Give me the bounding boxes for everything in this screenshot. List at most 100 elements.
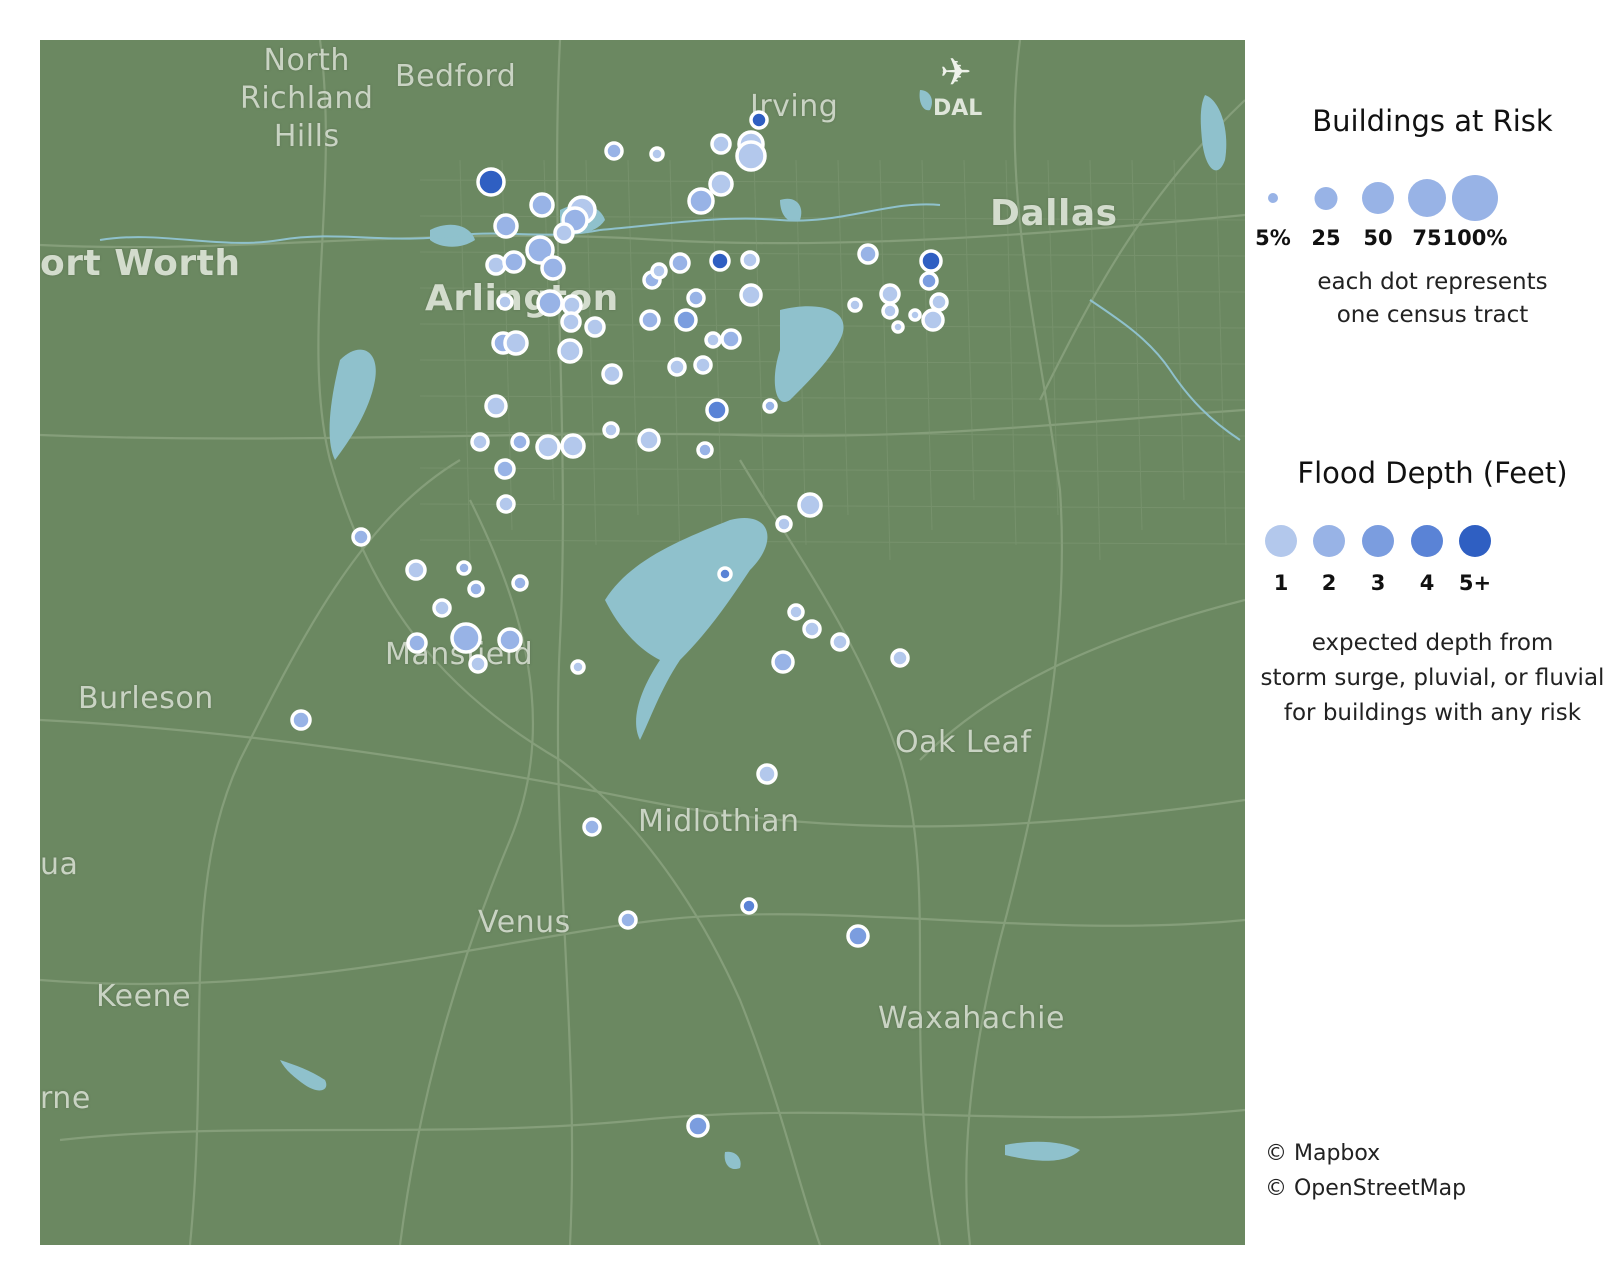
census-tract-dot[interactable] <box>496 293 514 311</box>
census-tract-dot[interactable] <box>720 328 742 350</box>
census-tract-dot[interactable] <box>468 654 488 674</box>
census-tract-dot[interactable] <box>553 222 575 244</box>
census-tract-dot[interactable] <box>485 254 507 276</box>
census-tract-dot[interactable] <box>540 255 566 281</box>
census-tract-dot[interactable] <box>929 292 949 312</box>
census-tract-dot[interactable] <box>290 709 312 731</box>
census-tract-dot[interactable] <box>890 648 910 668</box>
census-tract-dot[interactable] <box>775 515 793 533</box>
census-tract-dot[interactable] <box>450 622 482 654</box>
census-tract-dot[interactable] <box>467 580 485 598</box>
census-tract-dot[interactable] <box>497 627 523 653</box>
census-tract-dot[interactable] <box>476 167 506 197</box>
size-note-line-1: each dot represents <box>1317 269 1548 295</box>
census-tract-dot[interactable] <box>846 924 870 948</box>
census-tract-dot[interactable] <box>649 146 665 162</box>
census-tract-dot[interactable] <box>618 910 638 930</box>
census-tract-dot[interactable] <box>802 619 822 639</box>
census-tract-dot[interactable] <box>584 316 606 338</box>
census-tract-dot[interactable] <box>604 141 624 161</box>
census-tract-dot[interactable] <box>637 428 661 452</box>
depth-legend-row: 1 2 3 4 5+ <box>1245 525 1620 605</box>
census-tract-dot[interactable] <box>560 433 586 459</box>
census-tract-dot[interactable] <box>762 398 778 414</box>
size-legend-label: 25 <box>1311 226 1341 250</box>
census-tract-dot[interactable] <box>582 817 602 837</box>
census-tract-dot[interactable] <box>919 249 943 273</box>
size-legend-label: 100% <box>1442 226 1508 250</box>
size-legend-label: 50 <box>1363 226 1393 250</box>
census-tract-dot[interactable] <box>879 283 901 305</box>
census-tract-dot[interactable] <box>406 632 428 654</box>
attribution: © Mapbox © OpenStreetMap <box>1265 1136 1466 1206</box>
census-tract-dot[interactable] <box>847 297 863 313</box>
size-legend-label: 5% <box>1255 226 1291 250</box>
legend-panel: Buildings at Risk 5% 25 50 75 100% each dot … <box>1245 0 1620 1280</box>
census-tract-dot[interactable] <box>693 355 713 375</box>
size-legend-item <box>1408 179 1446 217</box>
census-tract-dot[interactable] <box>686 1114 710 1138</box>
census-tract-dot[interactable] <box>797 492 823 518</box>
census-tract-dot[interactable] <box>708 171 734 197</box>
census-tract-dot[interactable] <box>535 434 561 460</box>
census-tract-dot[interactable] <box>502 250 526 274</box>
census-tract-dot[interactable] <box>484 394 508 418</box>
census-tract-dot[interactable] <box>921 308 945 332</box>
census-tract-dot[interactable] <box>710 133 732 155</box>
census-tract-dot[interactable] <box>602 421 620 439</box>
census-tract-dot[interactable] <box>830 632 850 652</box>
census-tract-dot[interactable] <box>857 243 879 265</box>
census-tract-dot[interactable] <box>669 252 691 274</box>
census-tract-dot[interactable] <box>739 283 763 307</box>
census-tract-dot[interactable] <box>919 271 939 291</box>
census-tract-dot[interactable] <box>496 494 516 514</box>
census-tract-dot[interactable] <box>650 262 668 280</box>
census-tract-dot[interactable] <box>891 320 905 334</box>
census-tract-dot[interactable] <box>510 432 530 452</box>
census-tract-dots <box>290 110 949 1138</box>
census-tract-dot[interactable] <box>493 213 519 239</box>
census-tract-dot[interactable] <box>557 338 583 364</box>
census-tract-dot[interactable] <box>696 441 714 459</box>
census-tract-dot[interactable] <box>735 140 767 172</box>
census-tract-dot[interactable] <box>756 763 778 785</box>
mapbox-attribution[interactable]: © Mapbox <box>1265 1136 1466 1171</box>
census-tract-dot[interactable] <box>503 330 529 356</box>
census-tract-dot[interactable] <box>740 897 758 915</box>
census-tract-dot[interactable] <box>787 603 805 621</box>
osm-attribution[interactable]: © OpenStreetMap <box>1265 1171 1466 1206</box>
census-tract-dot[interactable] <box>494 458 516 480</box>
size-legend-label: 75 <box>1412 226 1442 250</box>
census-tract-dot[interactable] <box>570 659 586 675</box>
size-legend-dot <box>1452 175 1498 221</box>
census-tract-dot[interactable] <box>687 187 715 215</box>
census-tract-dot[interactable] <box>351 527 371 547</box>
census-tract-dot[interactable] <box>704 331 722 349</box>
census-tract-dot[interactable] <box>470 432 490 452</box>
census-tract-dot[interactable] <box>740 250 760 270</box>
census-tract-dot[interactable] <box>511 574 529 592</box>
depth-legend-label: 5+ <box>1458 571 1492 595</box>
census-tract-dot[interactable] <box>456 560 472 576</box>
census-tract-dot[interactable] <box>601 363 623 385</box>
census-tract-dot[interactable] <box>686 288 706 308</box>
census-tract-dot[interactable] <box>705 398 729 422</box>
census-tract-dot[interactable] <box>749 110 769 130</box>
census-tract-dot[interactable] <box>709 250 731 272</box>
depth-legend-label: 1 <box>1273 571 1289 595</box>
census-tract-dot[interactable] <box>908 308 922 322</box>
census-tract-dot[interactable] <box>405 559 427 581</box>
census-tract-dot[interactable] <box>667 357 687 377</box>
census-tract-dot[interactable] <box>536 289 564 317</box>
census-tract-dot[interactable] <box>529 192 555 218</box>
census-tract-dot[interactable] <box>639 309 661 331</box>
depth-legend-dot <box>1265 525 1297 557</box>
census-tract-dot[interactable] <box>674 308 698 332</box>
census-tract-dot[interactable] <box>432 598 452 618</box>
census-tract-dot[interactable] <box>881 302 899 320</box>
census-tract-dot[interactable] <box>717 566 733 582</box>
census-tract-dot[interactable] <box>771 650 795 674</box>
size-legend-item <box>1268 193 1278 203</box>
flood-risk-map[interactable]: North Richland Hills Bedford Irving Dallas ort… <box>40 40 1245 1245</box>
census-tract-dot[interactable] <box>560 311 582 333</box>
